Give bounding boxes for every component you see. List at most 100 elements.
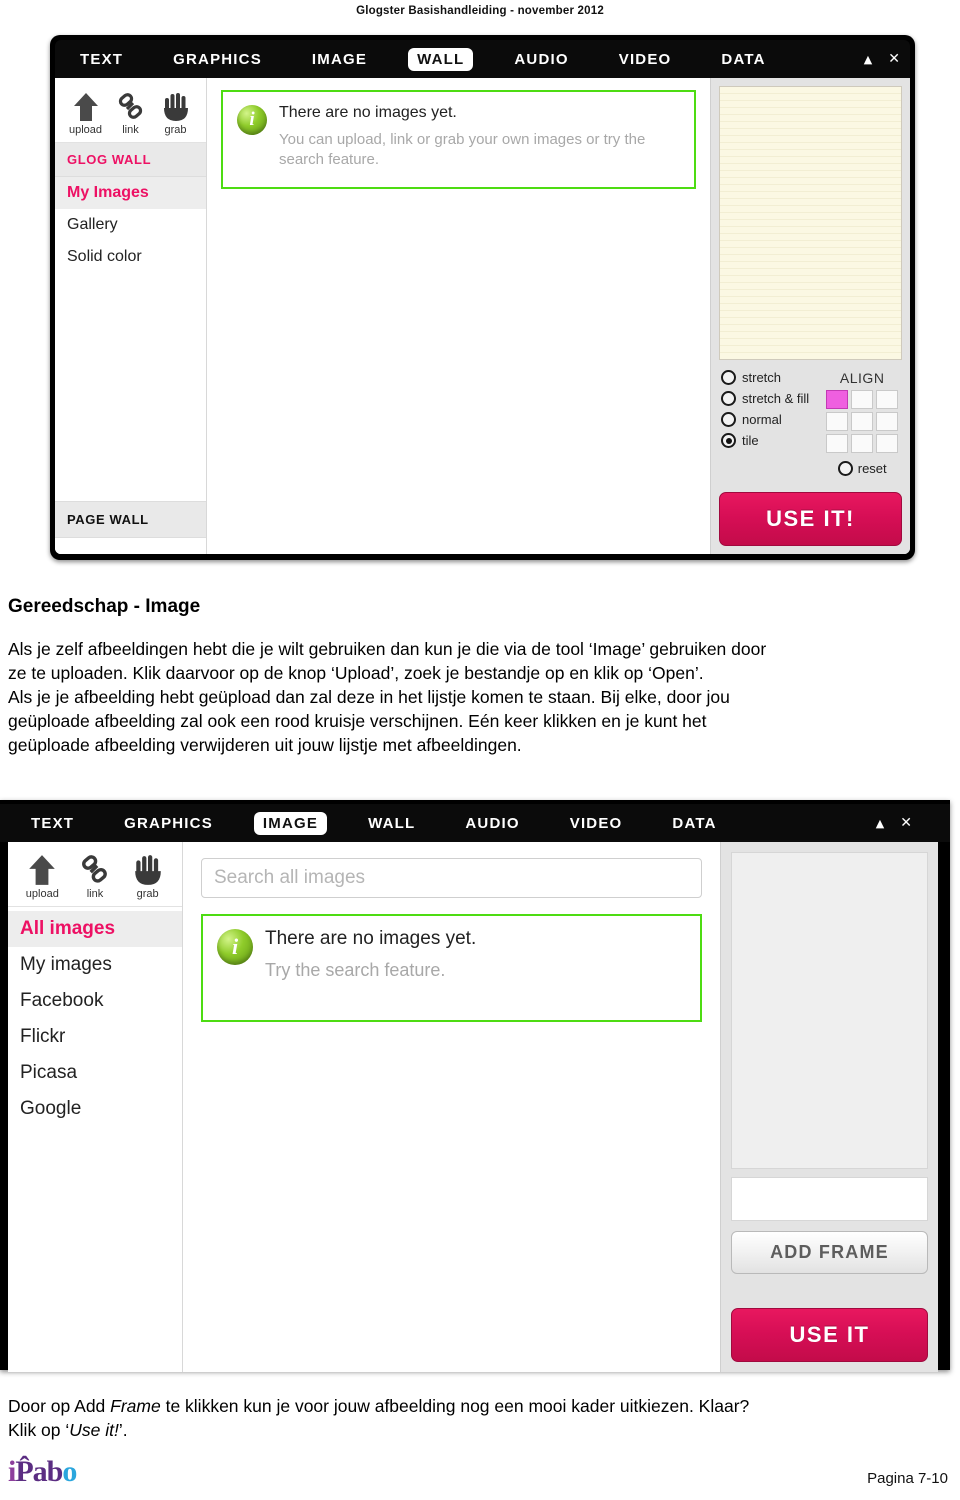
wall-body: upload link grab GLOG WALL My Images Gal… [55, 78, 910, 554]
tool-grab[interactable]: grab [125, 852, 171, 900]
radio-stretch-icon [721, 370, 736, 385]
tab-audio[interactable]: AUDIO [505, 48, 577, 71]
glog-frame: ⥮ TEXT GRAPHICS IMAGE WALL AUDIO VIDEO D… [50, 35, 915, 560]
rail-item-flickr[interactable]: Flickr [8, 1019, 182, 1055]
tab-video[interactable]: VIDEO [610, 48, 681, 71]
reset-control[interactable]: reset [819, 461, 905, 476]
screenshot-image-window: TEXT GRAPHICS IMAGE WALL AUDIO VIDEO DAT… [0, 800, 950, 1372]
rail-item-my-images[interactable]: My images [8, 947, 182, 983]
radio-normal[interactable]: normal [721, 412, 809, 427]
rail-item-all-images[interactable]: All images [8, 911, 182, 947]
rail-item-google[interactable]: Google [8, 1091, 182, 1127]
wall-left-rail: upload link grab GLOG WALL My Images Gal… [55, 78, 207, 554]
align-cell-top-right[interactable] [876, 390, 899, 409]
tab-text[interactable]: TEXT [71, 48, 132, 71]
tool-link[interactable]: link [72, 852, 118, 900]
wall-tool-strip: upload link grab [55, 78, 206, 143]
radio-stretch-fill[interactable]: stretch & fill [721, 391, 809, 406]
tab-wall[interactable]: WALL [408, 47, 474, 71]
tool-upload[interactable]: upload [19, 852, 65, 900]
upload-arrow-icon [19, 852, 65, 886]
align-cell-top-center[interactable] [851, 390, 874, 409]
tool-link-label: link [122, 124, 139, 136]
rail-item-gallery[interactable]: Gallery [55, 209, 206, 241]
ipabo-logo: iP̂abo [8, 1455, 77, 1489]
tool-grab-label: grab [164, 124, 187, 136]
wall-fit-options: stretch stretch & fill normal tile [721, 370, 809, 476]
rail-item-my-images[interactable]: My Images [55, 177, 206, 209]
info-icon: i [217, 929, 253, 965]
glog-frame-image: TEXT GRAPHICS IMAGE WALL AUDIO VIDEO DAT… [0, 800, 950, 1372]
image-body: upload link grab All images My images Fa… [8, 842, 938, 1372]
align-cell-middle-left[interactable] [826, 412, 849, 431]
tab-wall[interactable]: WALL [359, 812, 424, 835]
image-notice-title: There are no images yet. [265, 928, 477, 949]
tab-graphics[interactable]: GRAPHICS [164, 48, 271, 71]
wall-notice-title: There are no images yet. [279, 104, 457, 121]
add-frame-button[interactable]: ADD FRAME [731, 1231, 928, 1274]
body-paragraph: Als je zelf afbeeldingen hebt die je wil… [8, 638, 952, 758]
align-cell-middle-right[interactable] [876, 412, 899, 431]
caption-line-1: Door op Add Frame te klikken kun je voor… [8, 1396, 749, 1416]
hand-grab-icon [153, 88, 198, 122]
tool-link-label: link [86, 888, 104, 900]
close-icon[interactable]: ✕ [900, 816, 912, 830]
wall-options: stretch stretch & fill normal tile ALIGN… [719, 360, 902, 484]
image-center-pane: Search all images i There are no images … [183, 842, 720, 1372]
tool-upload[interactable]: upload [63, 88, 108, 136]
tab-video[interactable]: VIDEO [561, 812, 632, 835]
use-it-button[interactable]: USE IT! [719, 492, 902, 546]
wall-notice-subtitle: You can upload, link or grab your own im… [279, 131, 646, 169]
caption-line-1-part-b: te klikken kun je voor jouw afbeelding n… [160, 1396, 750, 1416]
tab-image[interactable]: IMAGE [303, 48, 376, 71]
image-right-pane: ADD FRAME USE IT [720, 842, 938, 1372]
align-cell-top-left[interactable] [826, 390, 849, 409]
align-cell-middle-center[interactable] [851, 412, 874, 431]
image-preview-thumb[interactable] [731, 852, 928, 1169]
align-cell-bottom-left[interactable] [826, 434, 849, 453]
wall-tabbar: TEXT GRAPHICS IMAGE WALL AUDIO VIDEO DAT… [55, 40, 910, 78]
rail-item-solid-color[interactable]: Solid color [55, 241, 206, 273]
logo-letter-P: P [15, 1455, 33, 1488]
align-cell-bottom-center[interactable] [851, 434, 874, 453]
radio-stretch-fill-label: stretch & fill [742, 391, 810, 406]
closing-caption: Door op Add Frame te klikken kun je voor… [8, 1395, 952, 1443]
use-it-button[interactable]: USE IT [731, 1308, 928, 1362]
reset-label: reset [857, 461, 887, 476]
minimize-icon[interactable]: ▲ [864, 54, 872, 65]
align-title: ALIGN [839, 370, 885, 386]
tool-link[interactable]: link [108, 88, 153, 136]
chain-link-icon [72, 852, 118, 886]
logo-letter-b: b [46, 1455, 64, 1488]
rail-item-picasa[interactable]: Picasa [8, 1055, 182, 1091]
wall-right-pane: stretch stretch & fill normal tile ALIGN… [710, 78, 910, 554]
caption-line-1-part-a: Door op Add [8, 1396, 111, 1416]
tool-grab-label: grab [136, 888, 159, 900]
search-input[interactable]: Search all images [201, 858, 702, 898]
rail-footer-page-wall[interactable]: PAGE WALL [55, 501, 206, 538]
tab-data[interactable]: DATA [712, 48, 774, 71]
running-header: Glogster Basishandleiding - november 201… [356, 5, 604, 17]
tool-upload-label: upload [68, 124, 103, 136]
close-icon[interactable]: ✕ [888, 52, 900, 66]
tool-grab[interactable]: grab [153, 88, 198, 136]
radio-tile-label: tile [742, 433, 759, 448]
caption-line-2-part-b: ’. [118, 1419, 128, 1440]
tab-image[interactable]: IMAGE [253, 811, 328, 835]
caption-line-2: Klik op ‘Use it!’. [8, 1420, 128, 1440]
tab-graphics[interactable]: GRAPHICS [115, 812, 222, 835]
wall-empty-notice: i There are no images yet. You can uploa… [221, 90, 696, 189]
image-frame-strip[interactable] [731, 1177, 928, 1221]
radio-stretch-label: stretch [742, 370, 782, 385]
logo-letter-o: o [62, 1455, 77, 1488]
wall-preview-thumb[interactable] [719, 86, 902, 360]
radio-tile[interactable]: tile [721, 433, 809, 448]
tab-audio[interactable]: AUDIO [456, 812, 528, 835]
minimize-icon[interactable]: ▲ [876, 818, 884, 829]
align-cell-bottom-right[interactable] [876, 434, 899, 453]
rail-item-facebook[interactable]: Facebook [8, 983, 182, 1019]
upload-arrow-icon [63, 88, 108, 122]
tab-text[interactable]: TEXT [22, 812, 83, 835]
radio-stretch[interactable]: stretch [721, 370, 809, 385]
tab-data[interactable]: DATA [663, 812, 725, 835]
